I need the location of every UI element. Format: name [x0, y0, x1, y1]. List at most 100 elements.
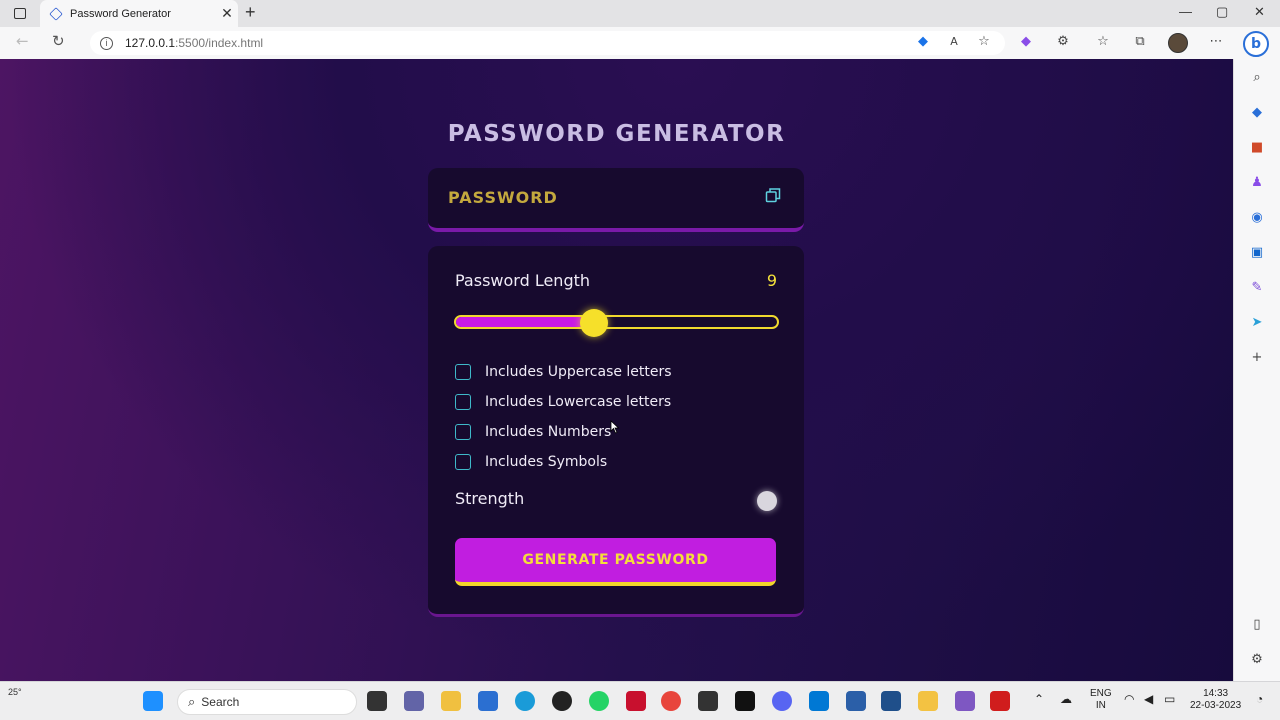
- games-icon[interactable]: ♟: [1249, 175, 1265, 191]
- page-viewport: PASSWORD GENERATOR PASSWORD Password Len…: [0, 59, 1233, 681]
- teams-icon[interactable]: [404, 691, 424, 711]
- designer-icon[interactable]: ✎: [1249, 280, 1265, 296]
- uppercase-checkbox[interactable]: [455, 364, 471, 380]
- option-label: Includes Lowercase letters: [485, 394, 672, 410]
- extension-icon[interactable]: ◆: [1018, 35, 1034, 49]
- clock[interactable]: 14:33 22-03-2023: [1190, 688, 1241, 712]
- weather-temp: 25°: [8, 687, 22, 697]
- onedrive-icon[interactable]: ☁: [1060, 693, 1072, 705]
- app-icon[interactable]: [846, 691, 866, 711]
- option-uppercase[interactable]: Includes Uppercase letters: [455, 357, 672, 387]
- snipping-tool-icon[interactable]: [955, 691, 975, 711]
- dell-icon[interactable]: [552, 691, 572, 711]
- mouse-cursor-icon: [610, 420, 620, 434]
- wifi-icon[interactable]: ◠: [1124, 693, 1134, 705]
- back-icon[interactable]: ←: [16, 32, 29, 50]
- close-window-button[interactable]: ✕: [1254, 4, 1265, 20]
- search-icon[interactable]: ⌕: [1249, 70, 1265, 86]
- option-symbols[interactable]: Includes Symbols: [455, 447, 672, 477]
- more-menu-icon[interactable]: ⋯: [1208, 35, 1224, 49]
- clock-time: 14:33: [1203, 688, 1229, 699]
- chevron-up-icon[interactable]: ⌃: [1034, 693, 1044, 705]
- sidebar-toggle-icon[interactable]: ▯: [1249, 617, 1265, 633]
- add-sidebar-app-icon[interactable]: +: [1249, 350, 1265, 366]
- edge-icon[interactable]: [515, 691, 535, 711]
- language-indicator[interactable]: ENG IN: [1090, 688, 1112, 712]
- edge-sidebar: ⌕ ◆ ■ ♟ ◉ ▣ ✎ ➤ + ▯ ⚙: [1233, 59, 1280, 681]
- address-toolbar: ← ↻ i 127.0.0.1:5500/index.html: [0, 27, 1280, 59]
- taskbar-search[interactable]: ⌕ Search: [177, 689, 357, 715]
- strength-indicator: [757, 491, 777, 511]
- search-icon: ⌕: [188, 694, 196, 710]
- symbols-checkbox[interactable]: [455, 454, 471, 470]
- favorite-star-icon[interactable]: ☆: [976, 35, 992, 49]
- extensions-puzzle-icon[interactable]: ⚙: [1055, 35, 1071, 49]
- mcafee-icon[interactable]: [626, 691, 646, 711]
- volume-icon[interactable]: ◀: [1144, 693, 1153, 705]
- length-value: 9: [766, 271, 777, 290]
- settings-gear-icon[interactable]: ⚙: [1249, 652, 1265, 668]
- option-lowercase[interactable]: Includes Lowercase letters: [455, 387, 672, 417]
- app-icon[interactable]: [881, 691, 901, 711]
- vscode-icon[interactable]: [809, 691, 829, 711]
- chrome-icon[interactable]: [661, 691, 681, 711]
- python-icon[interactable]: [918, 691, 938, 711]
- refresh-icon[interactable]: ↻: [52, 32, 65, 50]
- clock-date: 22-03-2023: [1190, 700, 1242, 711]
- option-label: Includes Uppercase letters: [485, 364, 672, 380]
- whatsapp-icon[interactable]: [589, 691, 609, 711]
- start-windows-icon[interactable]: [143, 691, 163, 711]
- close-tab-icon[interactable]: ✕: [216, 5, 238, 22]
- minimize-button[interactable]: —: [1179, 4, 1192, 19]
- option-label: Includes Symbols: [485, 454, 608, 470]
- password-output: PASSWORD: [448, 188, 558, 207]
- collections-icon[interactable]: ⧉: [1132, 35, 1148, 49]
- store-icon[interactable]: [478, 691, 498, 711]
- site-info-icon[interactable]: i: [100, 36, 113, 50]
- recorder-icon[interactable]: [990, 691, 1010, 711]
- new-tab-button[interactable]: +: [245, 2, 256, 23]
- lowercase-checkbox[interactable]: [455, 394, 471, 410]
- weather-widget[interactable]: 25°: [8, 687, 22, 697]
- favorites-icon[interactable]: ☆: [1095, 35, 1111, 49]
- option-numbers[interactable]: Includes Numbers: [455, 417, 672, 447]
- file-explorer-icon[interactable]: [441, 691, 461, 711]
- drop-icon[interactable]: ➤: [1249, 315, 1265, 331]
- outlook-icon[interactable]: ▣: [1249, 245, 1265, 261]
- bing-chat-icon[interactable]: b: [1243, 31, 1269, 57]
- option-label: Includes Numbers: [485, 424, 612, 440]
- discord-icon[interactable]: [772, 691, 792, 711]
- task-view-icon[interactable]: [367, 691, 387, 711]
- tools-icon[interactable]: ■: [1249, 140, 1265, 156]
- password-display: PASSWORD: [428, 168, 804, 232]
- tab-actions-icon[interactable]: [14, 8, 26, 19]
- console-icon[interactable]: [735, 691, 755, 711]
- profile-avatar[interactable]: [1168, 33, 1188, 53]
- generate-password-button[interactable]: GENERATE PASSWORD: [455, 538, 776, 586]
- office-icon[interactable]: ◉: [1249, 210, 1265, 226]
- shopping-icon[interactable]: ◆: [1249, 105, 1265, 121]
- slider-thumb[interactable]: [580, 309, 609, 337]
- notifications-icon[interactable]: ◔: [1256, 693, 1263, 705]
- slider-fill: [456, 317, 595, 327]
- page-title: PASSWORD GENERATOR: [447, 121, 786, 147]
- length-slider[interactable]: [454, 309, 779, 337]
- tab-strip: Password Generator ✕ + — ▢ ✕: [0, 0, 1280, 27]
- maximize-button[interactable]: ▢: [1216, 4, 1228, 20]
- tab-title: Password Generator: [70, 7, 171, 20]
- shopping-tag-icon[interactable]: ◆: [915, 35, 931, 49]
- search-label: Search: [201, 695, 240, 709]
- copy-icon[interactable]: [765, 187, 781, 203]
- region-code: IN: [1095, 700, 1106, 711]
- length-label: Password Length: [455, 271, 591, 290]
- favicon-icon: [49, 6, 63, 21]
- url-path: :5500/index.html: [175, 36, 264, 50]
- browser-tab[interactable]: Password Generator ✕: [40, 0, 238, 27]
- strength-label: Strength: [455, 489, 525, 508]
- numbers-checkbox[interactable]: [455, 424, 471, 440]
- language-code: ENG: [1090, 688, 1112, 699]
- terminal-icon[interactable]: [698, 691, 718, 711]
- read-aloud-icon[interactable]: A: [946, 35, 962, 49]
- battery-icon[interactable]: ▭: [1164, 693, 1175, 705]
- url-bar[interactable]: i 127.0.0.1:5500/index.html: [90, 31, 1005, 55]
